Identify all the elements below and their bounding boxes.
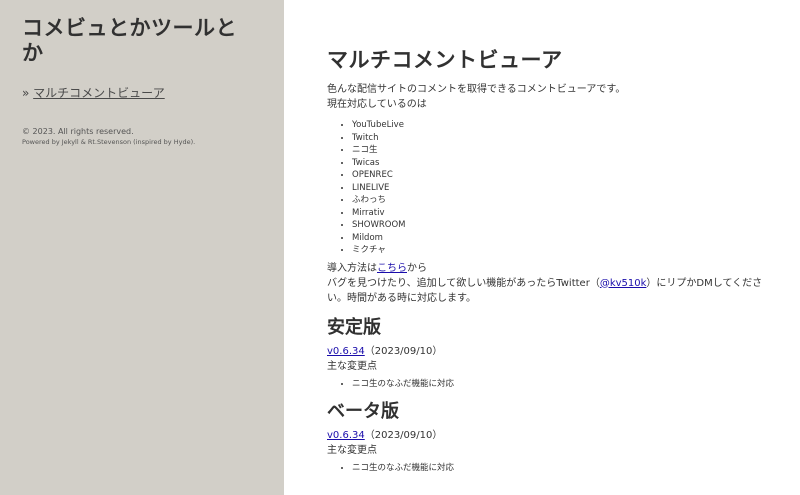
list-item: Twicas [352,157,777,170]
powered-by-text: Powered by Jekyll & Rt.Stevenson (inspir… [22,138,196,146]
list-item: SHOWROOM [352,219,777,232]
list-item: ニコ生 [352,144,777,157]
stable-changes-list: ニコ生のなふだ機能に対応 [327,378,777,390]
list-item: Mirrativ [352,207,777,220]
bug-report-line: バグを見つけたり、追加して欲しい機能があったらTwitter（@kv510k）に… [327,276,777,306]
install-suffix: から [407,262,427,274]
list-item: OPENREC [352,169,777,182]
supported-services-list: YouTubeLive Twitch ニコ生 Twicas OPENREC LI… [327,119,777,257]
intro-line-1: 色んな配信サイトのコメントを取得できるコメントビューアです。 [327,84,626,95]
beta-version-link[interactable]: v0.6.34 [327,430,365,441]
list-item: Mildom [352,232,777,245]
stable-version-link[interactable]: v0.6.34 [327,346,365,357]
install-prefix: 導入方法は [327,262,377,274]
main-content: マルチコメントビューア 色んな配信サイトのコメントを取得できるコメントビューアで… [327,46,777,474]
install-line: 導入方法はこちらから [327,261,777,276]
beta-changes-list: ニコ生のなふだ機能に対応 [327,462,777,474]
list-item: Twitch [352,132,777,145]
install-guide-link[interactable]: こちら [377,263,407,274]
sidebar: コメビュとかツールとか » マルチコメントビューア © 2023. All ri… [0,0,284,495]
list-item: ニコ生のなふだ機能に対応 [352,378,777,390]
nav-link-multi-comment-viewer[interactable]: マルチコメントビューア [33,86,165,100]
stable-heading: 安定版 [327,316,381,338]
site-title[interactable]: コメビュとかツールとか [22,16,237,66]
stable-release-line: v0.6.34（2023/09/10） [327,344,777,359]
beta-changes-label: 主な変更点 [327,444,377,456]
twitter-link[interactable]: @kv510k [600,278,647,289]
page-title: マルチコメントビューア [327,48,563,72]
list-item: ミクチャ [352,244,777,257]
intro-line-2: 現在対応しているのは [327,99,427,110]
beta-heading: ベータ版 [327,400,399,422]
beta-release-date: （2023/09/10） [364,429,443,441]
stable-changes-label: 主な変更点 [327,360,377,372]
sidebar-nav: » マルチコメントビューア [22,84,262,101]
copyright-text: © 2023. All rights reserved. [22,127,134,136]
list-item: LINELIVE [352,182,777,195]
bug-prefix: バグを見つけたり、追加して欲しい機能があったらTwitter（ [327,277,600,289]
list-item: ニコ生のなふだ機能に対応 [352,462,777,474]
stable-release-date: （2023/09/10） [364,345,443,357]
beta-release-line: v0.6.34（2023/09/10） [327,428,777,443]
list-item: ふわっち [352,194,777,207]
list-item: YouTubeLive [352,119,777,132]
nav-arrow: » [22,86,30,100]
